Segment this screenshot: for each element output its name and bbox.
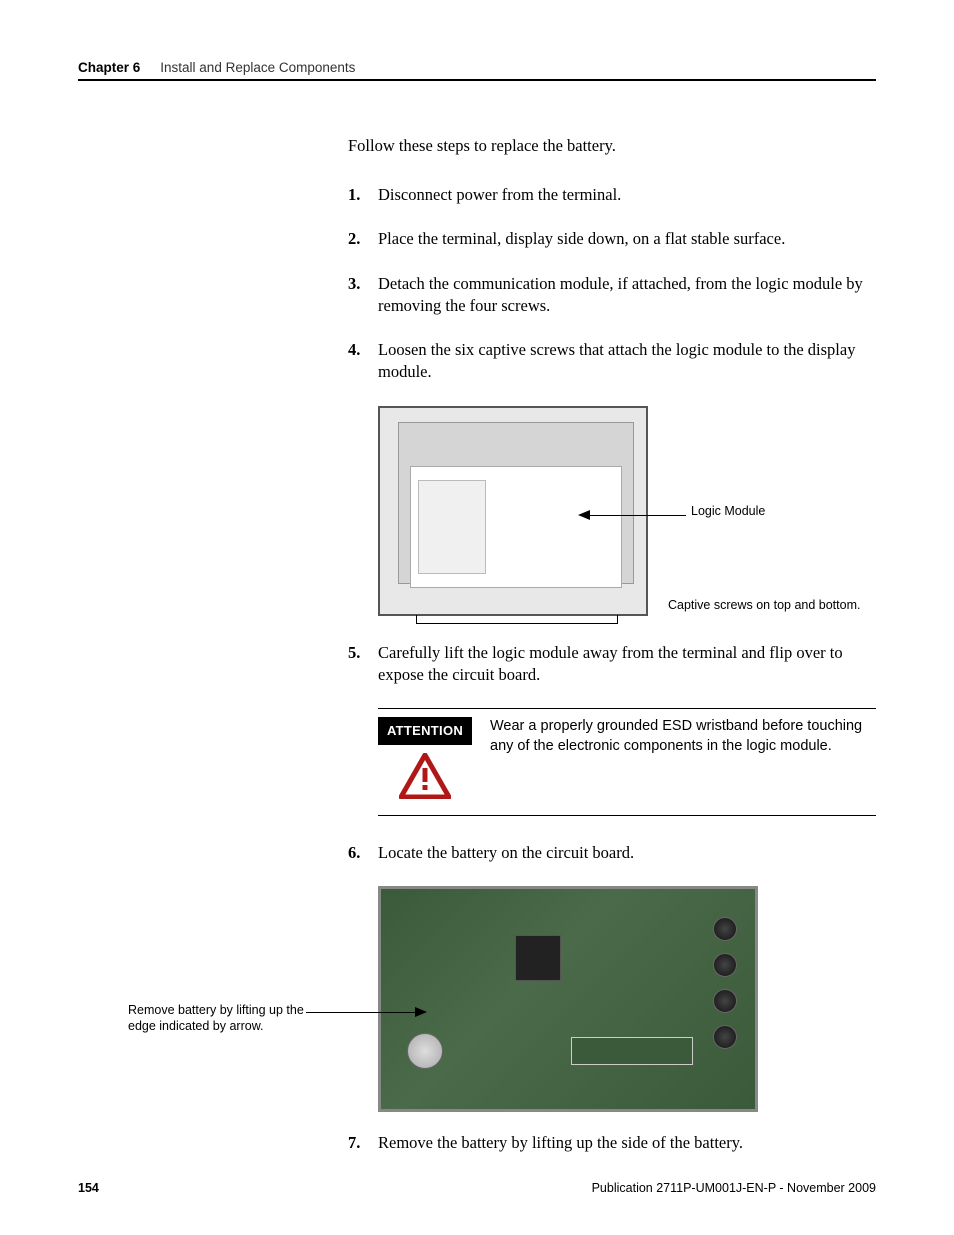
step-1: 1. Disconnect power from the terminal. bbox=[348, 184, 876, 206]
step-4: 4. Loosen the six captive screws that at… bbox=[348, 339, 876, 384]
step-number: 6. bbox=[348, 842, 360, 864]
step-text: Detach the communication module, if atta… bbox=[378, 274, 863, 315]
page-number: 154 bbox=[78, 1181, 99, 1195]
step-number: 5. bbox=[348, 642, 360, 664]
step-number: 4. bbox=[348, 339, 360, 361]
step-text: Locate the battery on the circuit board. bbox=[378, 843, 634, 862]
step-text: Carefully lift the logic module away fro… bbox=[378, 643, 843, 684]
publication-info: Publication 2711P-UM001J-EN-P - November… bbox=[592, 1181, 876, 1195]
step-text: Disconnect power from the terminal. bbox=[378, 185, 621, 204]
attention-badge: ATTENTION bbox=[378, 717, 472, 745]
step-number: 1. bbox=[348, 184, 360, 206]
attention-text: Wear a properly grounded ESD wristband b… bbox=[490, 717, 876, 756]
step-3: 3. Detach the communication module, if a… bbox=[348, 273, 876, 318]
battery-icon bbox=[407, 1033, 443, 1069]
chapter-label: Chapter 6 bbox=[78, 60, 140, 75]
arrow-head-icon bbox=[415, 1007, 427, 1017]
step-number: 2. bbox=[348, 228, 360, 250]
intro-text: Follow these steps to replace the batter… bbox=[348, 136, 876, 156]
figure-circuit-board bbox=[378, 886, 876, 1112]
steps-list: 1. Disconnect power from the terminal. 2… bbox=[348, 184, 876, 1154]
main-content: Follow these steps to replace the batter… bbox=[348, 136, 876, 1154]
step-text: Remove the battery by lifting up the sid… bbox=[378, 1133, 743, 1152]
document-page: Chapter 6 Install and Replace Components… bbox=[0, 0, 954, 1235]
step-number: 7. bbox=[348, 1132, 360, 1154]
figure-logic-module: Logic Module Captive screws on top and b… bbox=[378, 406, 876, 616]
step-6: 6. Locate the battery on the circuit boa… bbox=[348, 842, 876, 864]
step-2: 2. Place the terminal, display side down… bbox=[348, 228, 876, 250]
device-image bbox=[378, 406, 648, 616]
warning-triangle-icon bbox=[399, 753, 451, 799]
step-text: Place the terminal, display side down, o… bbox=[378, 229, 785, 248]
step-number: 3. bbox=[348, 273, 360, 295]
step-7: 7. Remove the battery by lifting up the … bbox=[348, 1132, 876, 1154]
step-text: Loosen the six captive screws that attac… bbox=[378, 340, 855, 381]
arrow-line-icon bbox=[306, 1012, 418, 1013]
attention-box: ATTENTION Wear a properly grounded ESD w… bbox=[378, 708, 876, 816]
chapter-title: Install and Replace Components bbox=[160, 60, 355, 75]
label-logic-module: Logic Module bbox=[691, 504, 765, 520]
step-5: 5. Carefully lift the logic module away … bbox=[348, 642, 876, 687]
page-header: Chapter 6 Install and Replace Components bbox=[78, 60, 876, 81]
battery-removal-note: Remove battery by lifting up the edge in… bbox=[128, 1002, 308, 1035]
page-footer: 154 Publication 2711P-UM001J-EN-P - Nove… bbox=[78, 1181, 876, 1195]
attention-left: ATTENTION bbox=[378, 717, 472, 799]
label-captive-screws: Captive screws on top and bottom. bbox=[668, 598, 860, 614]
circuit-board-image bbox=[378, 886, 758, 1112]
